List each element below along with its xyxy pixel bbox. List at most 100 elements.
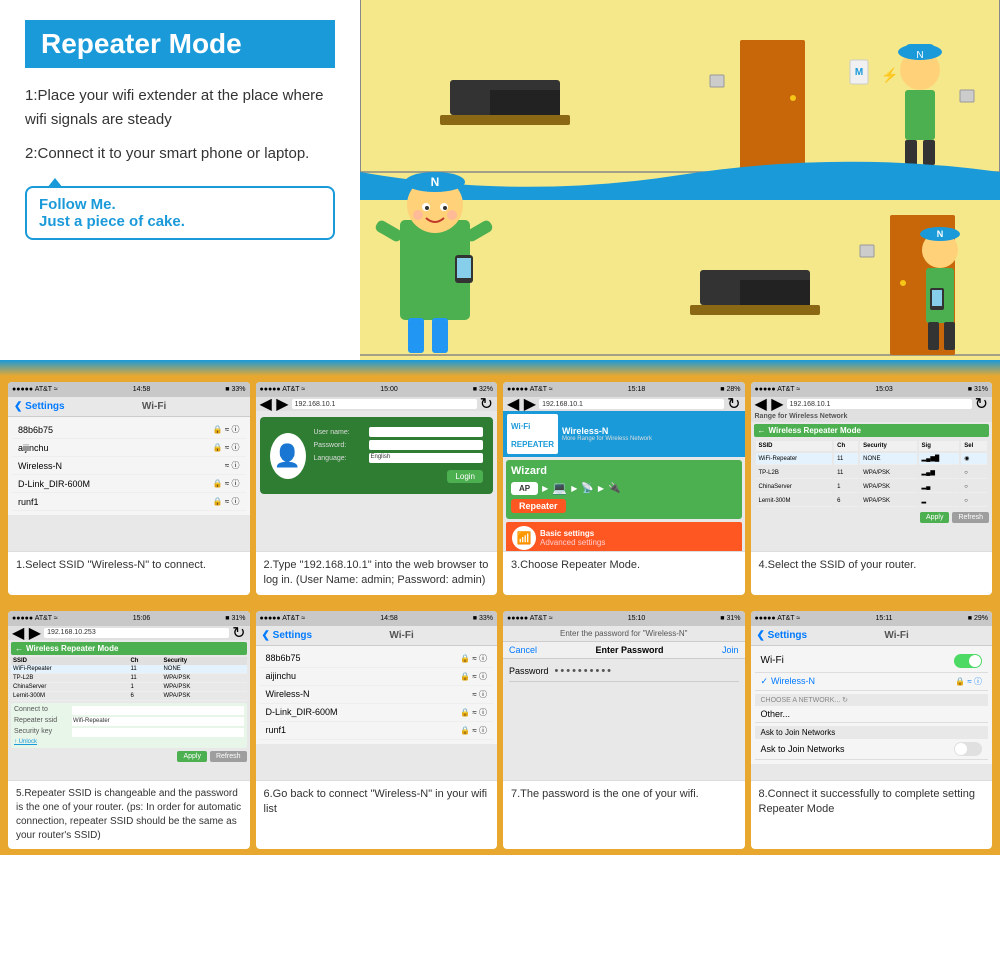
wifi-item-6-88b[interactable]: 88b6b75 🔒 ≈ ⓘ xyxy=(260,650,494,668)
ssid-table-container: SSID Ch Security Sig Sel WiFi-Repeater xyxy=(754,439,990,509)
wizard-title: Wizard xyxy=(511,465,737,477)
step-desc-4: 4.Select the SSID of your router. xyxy=(751,552,993,595)
step-screen-1: ●●●●● AT&T ≈ 14:58 ■ 33% ❮ Settings Wi-F… xyxy=(8,382,250,552)
apply-btn-4[interactable]: Apply xyxy=(920,512,950,523)
svg-text:⚡: ⚡ xyxy=(881,67,898,84)
wifi-toggle-label: Wi-Fi xyxy=(761,655,784,666)
login-panel: 👤 User name: Password: xyxy=(260,417,494,494)
rep-row-wifi[interactable]: WiFi-Repeater 11 NONE xyxy=(11,665,247,674)
username-field[interactable] xyxy=(369,427,484,437)
other-network-row[interactable]: Other... xyxy=(755,706,989,723)
wifi-item-6-wireless[interactable]: Wireless-N ≈ ⓘ xyxy=(260,686,494,704)
url-bar-3: ◀ ▶ 192.168.10.1 ↻ xyxy=(503,397,745,411)
security-key-input[interactable] xyxy=(72,728,244,737)
join-btn[interactable]: Join xyxy=(722,645,739,655)
unlock-link[interactable]: ↑ Unlock xyxy=(14,739,244,745)
login-btn-container: Login xyxy=(314,466,484,484)
room-illustration: M N xyxy=(360,0,1000,360)
main-container: Repeater Mode 1:Place your wifi extender… xyxy=(0,0,1000,971)
login-button[interactable]: Login xyxy=(447,470,483,483)
connect-to-input[interactable] xyxy=(72,706,244,715)
wifi-item-6-runf[interactable]: runf1 🔒 ≈ ⓘ xyxy=(260,722,494,740)
repeater-ssid-row: Repeater ssid Wifi-Repeater xyxy=(14,717,244,726)
pw-dots[interactable]: •••••••••• xyxy=(555,665,614,677)
svg-text:N: N xyxy=(431,175,440,189)
wifi-title-1: Wi-Fi xyxy=(142,401,166,412)
ssid-row-lernit[interactable]: Lernit-300M 6 WPA/PSK ▂ ○ xyxy=(756,495,988,507)
status-bar-4: ●●●●● AT&T ≈ 15:03 ■ 31% xyxy=(751,382,993,397)
rep-row-tp[interactable]: TP-L2B 11 WPA/PSK xyxy=(11,673,247,682)
avatar: 👤 xyxy=(270,433,306,479)
other-label: Other... xyxy=(761,709,791,719)
settings-box: 📶 Basic settings Advanced settings xyxy=(506,522,742,552)
repeater-title-5: Wireless Repeater Mode xyxy=(26,644,118,653)
back-btn-1[interactable]: ❮ Settings xyxy=(14,401,65,412)
url-input-5[interactable]: 192.168.10.253 xyxy=(44,628,229,638)
steps-row1: ●●●●● AT&T ≈ 14:58 ■ 33% ❮ Settings Wi-F… xyxy=(8,382,992,595)
connect-to-row: Connect to xyxy=(14,706,244,715)
step-card-6: ●●●●● AT&T ≈ 14:58 ■ 33% ❮ Settings Wi-F… xyxy=(256,611,498,849)
wifi-item-runf[interactable]: runf1 🔒 ≈ ⓘ xyxy=(12,493,246,511)
wifi-item-aij[interactable]: aijinchu 🔒 ≈ ⓘ xyxy=(12,439,246,457)
instruction-step1: 1:Place your wifi extender at the place … xyxy=(25,84,335,132)
connected-network-name: Wireless-N xyxy=(771,676,815,686)
svg-text:M: M xyxy=(855,67,863,78)
wifi-item-88b[interactable]: 88b6b75 🔒 ≈ ⓘ xyxy=(12,421,246,439)
advanced-settings-label[interactable]: Advanced settings xyxy=(540,538,605,547)
wizard-modes: AP ▶ 💻 ▶ 📡 ▶ 🔌 xyxy=(511,481,737,495)
apply-btn-5[interactable]: Apply xyxy=(177,751,207,762)
step-screen-2: ●●●●● AT&T ≈ 15:00 ■ 32% ◀ ▶ 192.168.10.… xyxy=(256,382,498,552)
basic-settings-label[interactable]: Basic settings xyxy=(540,529,605,538)
repeater-mode-btn[interactable]: Repeater xyxy=(511,499,566,513)
status-bar-3: ●●●●● AT&T ≈ 15:18 ■ 28% xyxy=(503,382,745,397)
pw-actions: Cancel Enter Password Join xyxy=(503,642,745,659)
back-btn-8[interactable]: ❮ Settings xyxy=(757,630,808,641)
step-screen-6: ●●●●● AT&T ≈ 14:58 ■ 33% ❮ Settings Wi-F… xyxy=(256,611,498,781)
checkmark-icon: ✓ xyxy=(761,676,769,687)
url-input-2[interactable]: 192.168.10.1 xyxy=(292,399,477,409)
step-screen-7: ●●●●● AT&T ≈ 15:10 ■ 31% Enter the passw… xyxy=(503,611,745,781)
wifi-item-dlink[interactable]: D-Link_DIR-600M 🔒 ≈ ⓘ xyxy=(12,475,246,493)
ap-mode-btn[interactable]: AP xyxy=(511,482,538,495)
ssid-row-china[interactable]: ChinaServer 1 WPA/PSK ▂▄ ○ xyxy=(756,481,988,493)
step-card-7: ●●●●● AT&T ≈ 15:10 ■ 31% Enter the passw… xyxy=(503,611,745,849)
refresh-btn-4[interactable]: Refresh xyxy=(952,512,989,523)
password-field[interactable] xyxy=(369,440,484,450)
wifi-item-6-dlink[interactable]: D-Link_DIR-600M 🔒 ≈ ⓘ xyxy=(260,704,494,722)
repeater-ssid-input[interactable]: Wifi-Repeater xyxy=(72,717,244,726)
step-card-5: ●●●●● AT&T ≈ 15:06 ■ 31% ◀ ▶ 192.168.10.… xyxy=(8,611,250,849)
back-btn-6[interactable]: ❮ Settings xyxy=(262,630,313,641)
ssid-row-wifi-repeater[interactable]: WiFi-Repeater 11 NONE ▂▄▆█ ◉ xyxy=(756,453,988,465)
repeater-mode-title: Wireless Repeater Mode xyxy=(769,426,861,435)
step-desc-6: 6.Go back to connect "Wireless-N" in you… xyxy=(256,781,498,849)
ssid-row-tp[interactable]: TP-L2B 11 WPA/PSK ▂▄▆ ○ xyxy=(756,467,988,479)
title-box: Repeater Mode xyxy=(25,20,335,68)
url-input-3[interactable]: 192.168.10.1 xyxy=(539,399,724,409)
language-field[interactable]: English xyxy=(369,453,484,463)
step-desc-1: 1.Select SSID "Wireless-N" to connect. xyxy=(8,552,250,595)
url-bar-2: ◀ ▶ 192.168.10.1 ↻ xyxy=(256,397,498,411)
wifi-logo: Wi⋅FiREPEATER xyxy=(507,414,558,454)
refresh-btn-5[interactable]: Refresh xyxy=(210,751,247,762)
ask-join-toggle[interactable] xyxy=(954,742,982,756)
url-input-4[interactable]: 192.168.10.1 xyxy=(787,399,972,409)
rep-row-china[interactable]: ChinaServer 1 WPA/PSK xyxy=(11,682,247,691)
wizard-box: Wizard AP ▶ 💻 ▶ 📡 ▶ 🔌 Repeater xyxy=(506,460,742,519)
pw-row: Password •••••••••• xyxy=(509,665,739,682)
section-title: Range for Wireless Network xyxy=(751,411,993,422)
step-card-8: ●●●●● AT&T ≈ 15:11 ■ 29% ❮ Settings Wi-F… xyxy=(751,611,993,849)
wifi-toggle[interactable] xyxy=(954,654,982,668)
pw-label: Password xyxy=(509,666,549,676)
cancel-btn[interactable]: Cancel xyxy=(509,645,537,655)
username-row: User name: xyxy=(314,427,484,437)
wifi-item-6-aij[interactable]: aijinchu 🔒 ≈ ⓘ xyxy=(260,668,494,686)
wifi-item-wireless[interactable]: Wireless-N ≈ ⓘ xyxy=(12,457,246,475)
svg-text:N: N xyxy=(916,50,923,61)
page-title: Repeater Mode xyxy=(41,28,319,60)
status-bar-8: ●●●●● AT&T ≈ 15:11 ■ 29% xyxy=(751,611,993,626)
wifi-header-6: ❮ Settings Wi-Fi xyxy=(256,626,498,646)
wifi-title-8: Wi-Fi xyxy=(884,630,908,641)
wifi-header-8: ❮ Settings Wi-Fi xyxy=(751,626,993,646)
choose-network-label: CHOOSE A NETWORK... ↻ xyxy=(755,694,989,706)
rep-row-lernit[interactable]: Lernit-300M 6 WPA/PSK xyxy=(11,691,247,700)
